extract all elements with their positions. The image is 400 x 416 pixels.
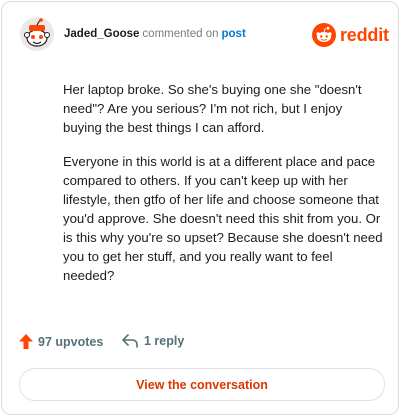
comment-footer: 97 upvotes 1 reply	[2, 332, 398, 356]
upvote-count: 97 upvotes	[38, 334, 104, 349]
upvote-button[interactable]: 97 upvotes	[19, 334, 103, 349]
comment-body: Her laptop broke. So she's buying one sh…	[63, 80, 383, 300]
avatar[interactable]	[20, 17, 54, 51]
reddit-brand[interactable]: reddit	[312, 22, 389, 48]
reply-count: 1 reply	[144, 334, 185, 348]
comment-header: Jaded_Goose commented on post reddit	[2, 2, 398, 66]
brand-wordmark: reddit	[340, 24, 389, 45]
post-link[interactable]: post	[222, 28, 246, 40]
reply-button[interactable]: 1 reply	[122, 334, 184, 348]
view-conversation-button[interactable]: View the conversation	[19, 368, 385, 401]
upvote-arrow-icon	[19, 334, 33, 349]
reply-arrow-icon	[122, 334, 138, 348]
author-name[interactable]: Jaded_Goose	[64, 28, 139, 40]
action-text: commented on	[142, 28, 219, 40]
comment-card: Jaded_Goose commented on post reddit Her l…	[1, 1, 399, 415]
comment-paragraph: Her laptop broke. So she's buying one sh…	[63, 82, 362, 135]
comment-meta: Jaded_Goose commented on post	[64, 27, 246, 41]
snoo-avatar-icon	[20, 17, 54, 51]
comment-paragraph: Everyone in this world is at a different…	[63, 154, 383, 283]
reddit-logo-icon	[312, 23, 336, 47]
